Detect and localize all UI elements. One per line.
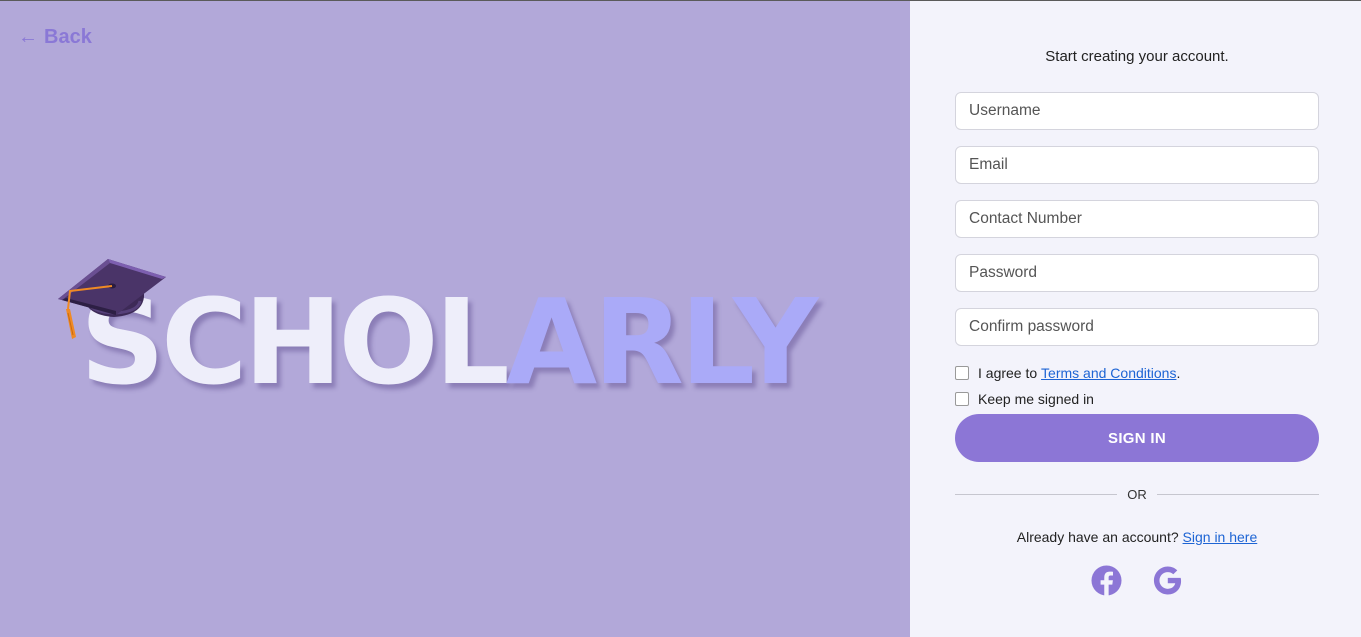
page: ← Back SCHOLARLY Start creating your acc… [0,0,1361,637]
terms-checkbox[interactable] [955,366,969,380]
signup-panel: Start creating your account. I agree to … [910,1,1361,637]
or-divider: OR [955,487,1319,502]
back-label: Back [44,26,92,48]
already-text: Already have an account? [1016,529,1183,545]
agree-prefix: I agree to [978,365,1042,381]
keep-signed-in-row: Keep me signed in [955,391,1094,407]
sign-in-button[interactable]: SIGN IN [955,414,1319,462]
brand-panel: ← Back SCHOLARLY [0,1,910,637]
sign-in-here-link[interactable]: Sign in here [1183,529,1258,545]
keep-signed-in-checkbox[interactable] [955,392,969,406]
terms-link[interactable]: Terms and Conditions [1041,365,1176,381]
keep-signed-in-label: Keep me signed in [978,391,1094,407]
confirm-password-input[interactable] [955,308,1319,346]
email-input[interactable] [955,146,1319,184]
password-input[interactable] [955,254,1319,292]
back-arrow-icon: ← [18,26,38,48]
divider-line-right [1156,494,1319,495]
graduation-cap-icon [58,259,166,339]
divider-label: OR [1127,487,1147,502]
social-login-row [955,565,1319,596]
back-link[interactable]: ← Back [18,26,92,49]
username-input[interactable] [955,92,1319,130]
google-icon[interactable] [1152,565,1183,596]
contact-number-input[interactable] [955,200,1319,238]
form-subtitle: Start creating your account. [1045,48,1229,65]
logo-text-part2: ARLY [505,273,818,411]
terms-row: I agree to Terms and Conditions. [955,365,1180,381]
facebook-icon[interactable] [1091,565,1122,596]
divider-line-left [955,494,1118,495]
existing-account-row: Already have an account? Sign in here [955,529,1319,545]
scholarly-logo: SCHOLARLY [80,283,818,401]
agree-suffix: . [1176,365,1181,381]
